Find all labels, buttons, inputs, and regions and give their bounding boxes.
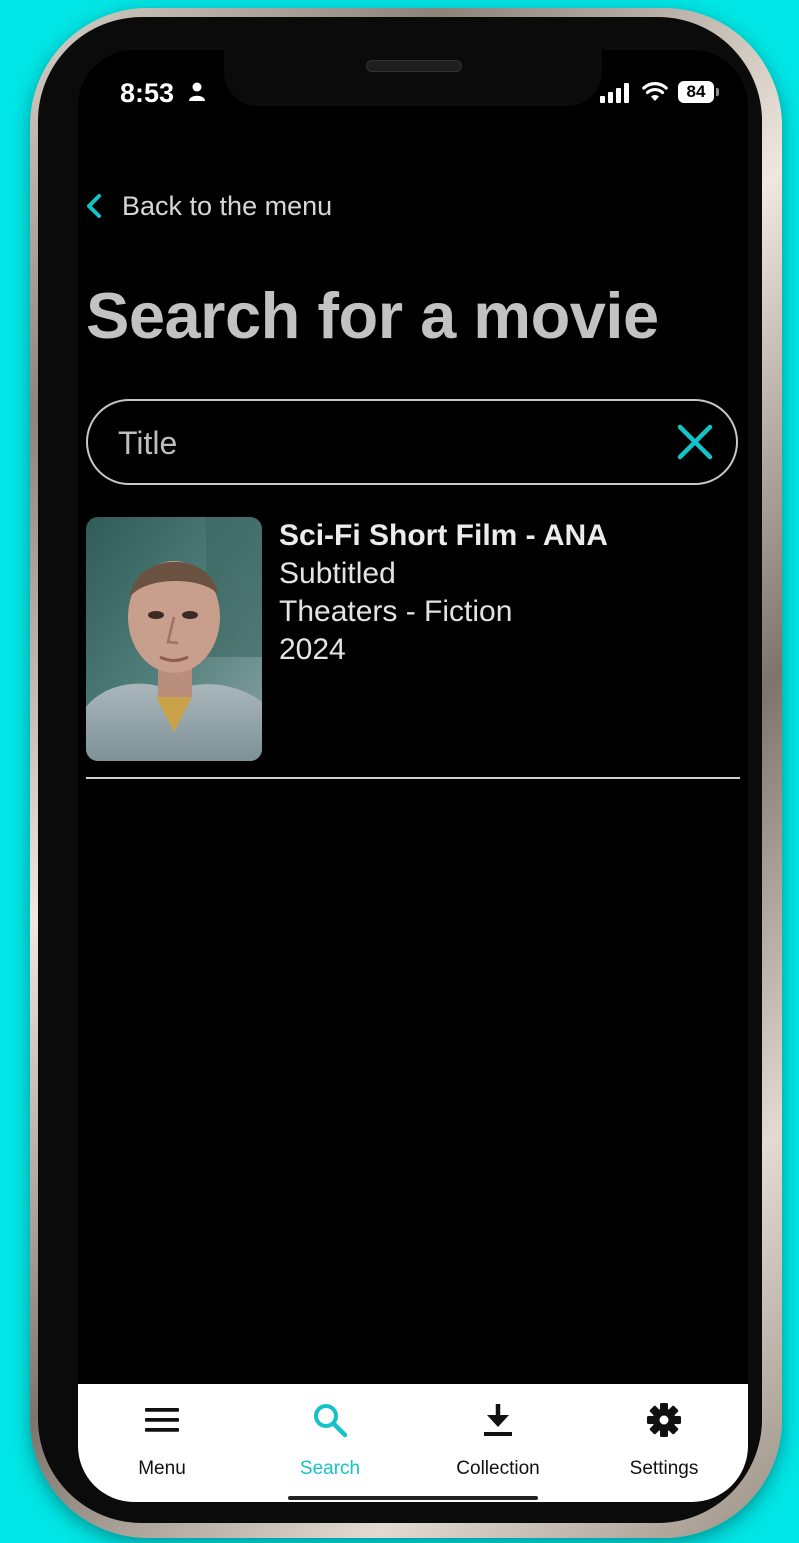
gear-icon — [647, 1403, 681, 1437]
screen: 8:53 84 Back to the menu Search for a mo… — [78, 50, 748, 1502]
movie-category: Theaters - Fiction — [279, 595, 513, 628]
status-time: 8:53 — [120, 78, 175, 108]
home-indicator — [288, 1496, 538, 1500]
tab-collection[interactable]: Collection — [414, 1384, 582, 1502]
chevron-left-icon — [87, 194, 101, 218]
tab-menu[interactable]: Menu — [78, 1384, 246, 1502]
battery-level: 84 — [686, 82, 706, 101]
tab-bar: Menu Search Collection Settings — [78, 1384, 748, 1502]
battery-icon: 84 — [678, 81, 714, 103]
tab-settings[interactable]: Settings — [580, 1384, 748, 1502]
back-link-label: Back to the menu — [122, 190, 333, 221]
tab-search[interactable]: Search — [246, 1384, 414, 1502]
battery-tip — [716, 88, 719, 96]
movie-title: Sci-Fi Short Film - ANA — [279, 519, 608, 552]
wifi-icon — [642, 82, 668, 101]
page-title: Search for a movie — [86, 279, 659, 352]
movie-subtitle-status: Subtitled — [279, 557, 396, 590]
movie-result-item[interactable]: Sci-Fi Short Film - ANA Subtitled Theate… — [86, 517, 738, 762]
search-field — [86, 399, 738, 485]
poster-image — [86, 517, 262, 761]
close-icon[interactable] — [674, 421, 716, 463]
signal-icon — [600, 83, 629, 103]
notch — [224, 50, 602, 106]
search-input[interactable] — [116, 401, 660, 485]
back-to-menu-link[interactable]: Back to the menu — [84, 186, 332, 226]
tab-search-label: Search — [299, 1458, 361, 1479]
movie-year: 2024 — [279, 633, 346, 666]
person-icon — [189, 82, 205, 101]
hamburger-icon — [145, 1408, 179, 1432]
tab-menu-label: Menu — [138, 1458, 186, 1479]
movie-poster — [86, 517, 262, 761]
download-icon — [484, 1404, 512, 1436]
movie-info: Sci-Fi Short Film - ANA Subtitled Theate… — [279, 517, 608, 669]
tab-settings-label: Settings — [629, 1458, 699, 1479]
tab-collection-label: Collection — [456, 1458, 540, 1479]
divider — [86, 777, 740, 779]
search-icon — [314, 1404, 348, 1438]
speaker-grille — [366, 60, 462, 72]
